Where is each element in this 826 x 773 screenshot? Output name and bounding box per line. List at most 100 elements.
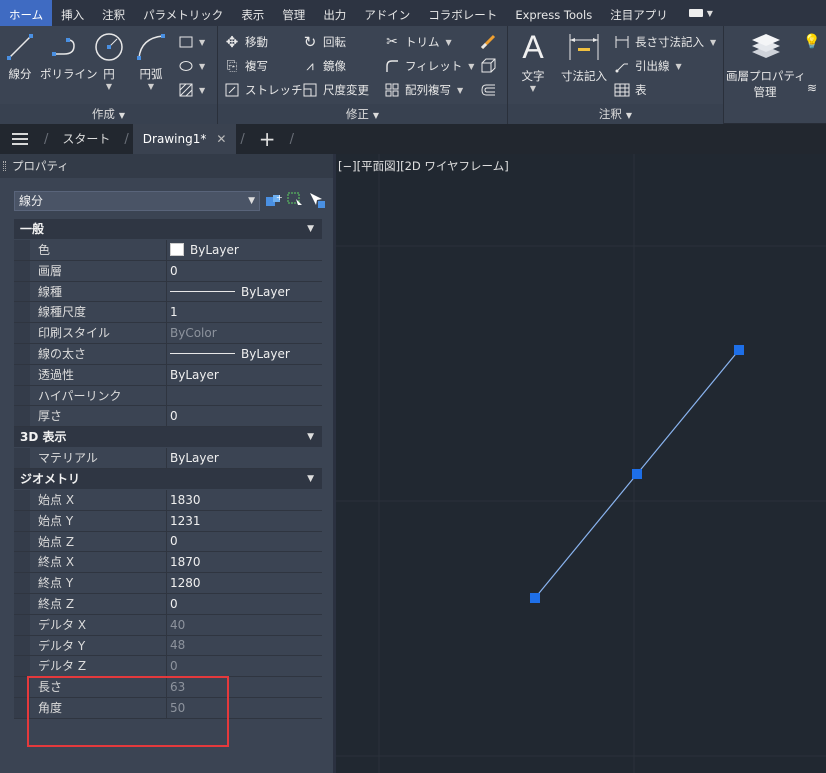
tab-express-tools[interactable]: Express Tools — [506, 0, 601, 26]
property-row[interactable]: デルタ Y 48 — [14, 635, 322, 657]
panel-create-title[interactable]: 作成 ▼ — [0, 104, 217, 124]
layer-light-button[interactable]: 💡 — [803, 32, 825, 52]
end-grip[interactable] — [734, 345, 744, 355]
property-value[interactable]: 50 — [166, 697, 322, 718]
property-value[interactable]: 48 — [166, 635, 322, 656]
palette-title-bar[interactable]: プロパティ — [0, 154, 333, 178]
property-row[interactable]: マテリアル ByLayer — [14, 448, 322, 469]
layer-properties-button[interactable]: 画層プロパティ 管理 — [726, 30, 806, 100]
property-row[interactable]: 線の太さ ByLayer — [14, 343, 322, 365]
rotate-button[interactable]: ↻ 回転 — [302, 32, 346, 52]
property-row[interactable]: 画層 0 — [14, 260, 322, 282]
property-value[interactable]: 0 — [166, 406, 322, 427]
fillet-button[interactable]: フィレット ▼ — [384, 56, 474, 76]
text-button[interactable]: A 文字 ▼ — [516, 30, 550, 93]
property-value[interactable]: 40 — [166, 614, 322, 635]
property-value[interactable]: ByLayer — [166, 343, 322, 364]
property-row[interactable]: 線種 ByLayer — [14, 281, 322, 303]
property-row[interactable]: 透過性 ByLayer — [14, 364, 322, 386]
tab-insert[interactable]: 挿入 — [52, 0, 93, 26]
ellipse-button[interactable]: ▼ — [178, 56, 205, 76]
property-row[interactable]: 角度 50 — [14, 697, 322, 719]
quick-select-icon[interactable] — [308, 191, 326, 209]
property-row[interactable]: 終点 Y 1280 — [14, 573, 322, 594]
array-button[interactable]: 配列複写 ▼ — [384, 80, 463, 100]
tab-featured-apps[interactable]: 注目アプリ — [601, 0, 677, 26]
hatch-button[interactable]: ▼ — [178, 80, 205, 100]
property-row[interactable]: 厚さ 0 — [14, 406, 322, 428]
property-value[interactable]: 0 — [166, 260, 322, 281]
erase-button[interactable] — [480, 32, 501, 52]
property-row[interactable]: 始点 Y 1231 — [14, 510, 322, 532]
arc-button[interactable]: 円弧 ▼ — [134, 32, 168, 91]
property-row[interactable]: 印刷スタイル ByColor — [14, 323, 322, 344]
property-row[interactable]: 終点 X 1870 — [14, 552, 322, 574]
tab-home[interactable]: ホーム — [0, 0, 53, 26]
polyline-button[interactable]: ポリライン — [40, 32, 98, 82]
copy-button[interactable]: ⎘ 複写 — [224, 56, 268, 76]
tab-manage[interactable]: 管理 — [273, 0, 314, 26]
scale-button[interactable]: 尺度変更 — [302, 80, 369, 100]
toggle-pickadd-icon[interactable]: + — [264, 191, 282, 209]
object-type-select[interactable]: 線分 ▼ — [14, 191, 260, 211]
section-general[interactable]: 一般 ▼ — [14, 219, 322, 239]
mirror-button[interactable]: ⩘ 鏡像 — [302, 56, 346, 76]
tab-annotate[interactable]: 注釈 — [93, 0, 134, 26]
property-value[interactable]: 0 — [166, 593, 322, 614]
offset-button[interactable] — [480, 80, 501, 100]
tab-addins[interactable]: アドイン — [355, 0, 419, 26]
midpoint-grip[interactable] — [632, 469, 642, 479]
tab-output[interactable]: 出力 — [314, 0, 355, 26]
drag-grip-icon[interactable] — [3, 161, 6, 171]
leader-button[interactable]: 引出線 ▼ — [614, 56, 682, 76]
tab-parametric[interactable]: パラメトリック — [134, 0, 232, 26]
start-grip[interactable] — [530, 593, 540, 603]
select-objects-icon[interactable] — [286, 191, 304, 209]
property-row[interactable]: デルタ Z 0 — [14, 656, 322, 678]
property-value[interactable]: ByColor — [166, 323, 322, 343]
property-value[interactable]: ByLayer — [166, 364, 322, 385]
close-icon[interactable]: ✕ — [216, 132, 226, 146]
drawing-canvas[interactable]: [−][平面図][2D ワイヤフレーム] — [336, 154, 826, 773]
new-tab-button[interactable]: + — [249, 124, 286, 154]
property-value[interactable]: 1231 — [166, 510, 322, 531]
property-value[interactable]: 0 — [166, 656, 322, 677]
property-row[interactable]: 始点 Z 0 — [14, 531, 322, 553]
line-button[interactable]: 線分 — [4, 32, 36, 82]
property-value[interactable]: ByLayer — [166, 448, 322, 468]
trim-button[interactable]: ✂ トリム ▼ — [384, 32, 452, 52]
property-value[interactable]: 63 — [166, 677, 322, 697]
property-row[interactable]: デルタ X 40 — [14, 614, 322, 636]
circle-button[interactable]: 円 ▼ — [92, 32, 126, 91]
panel-modify-title[interactable]: 修正 ▼ — [218, 104, 507, 124]
move-button[interactable]: ✥ 移動 — [224, 32, 268, 52]
panel-annotation-title[interactable]: 注釈 ▼ — [508, 104, 723, 124]
tab-start[interactable]: スタート — [52, 124, 120, 154]
menu-icon[interactable] — [0, 124, 40, 154]
property-value[interactable]: 1 — [166, 302, 322, 323]
property-value[interactable]: 1280 — [166, 573, 322, 593]
section-3d-display[interactable]: 3D 表示 ▼ — [14, 427, 322, 448]
property-row[interactable]: 色 ByLayer — [14, 240, 322, 261]
table-button[interactable]: 表 — [614, 80, 647, 100]
property-row[interactable]: 長さ 63 — [14, 677, 322, 698]
property-value[interactable] — [166, 385, 322, 406]
property-value[interactable]: 1830 — [166, 489, 322, 510]
section-geometry[interactable]: ジオメトリ ▼ — [14, 468, 322, 489]
ribbon-minimize-toggle[interactable]: ▼ — [677, 0, 713, 26]
property-row[interactable]: 線種尺度 1 — [14, 302, 322, 324]
stretch-button[interactable]: ストレッチ — [224, 80, 303, 100]
property-row[interactable]: 始点 X 1830 — [14, 489, 322, 511]
property-row[interactable]: 終点 Z 0 — [14, 593, 322, 615]
property-value[interactable]: 1870 — [166, 552, 322, 573]
explode-button[interactable] — [480, 56, 501, 76]
property-value[interactable]: 0 — [166, 531, 322, 552]
property-value[interactable]: ByLayer — [166, 281, 322, 302]
tab-view[interactable]: 表示 — [232, 0, 273, 26]
tab-drawing1[interactable]: Drawing1* ✕ — [132, 124, 237, 154]
rectangle-button[interactable]: ▼ — [178, 32, 205, 52]
linear-dimension-button[interactable]: 長さ寸法記入 ▼ — [614, 32, 716, 52]
dimension-button[interactable]: 寸法記入 — [558, 30, 610, 84]
property-row[interactable]: ハイパーリンク — [14, 385, 322, 407]
layer-tools-button[interactable]: ≋ — [804, 78, 825, 98]
